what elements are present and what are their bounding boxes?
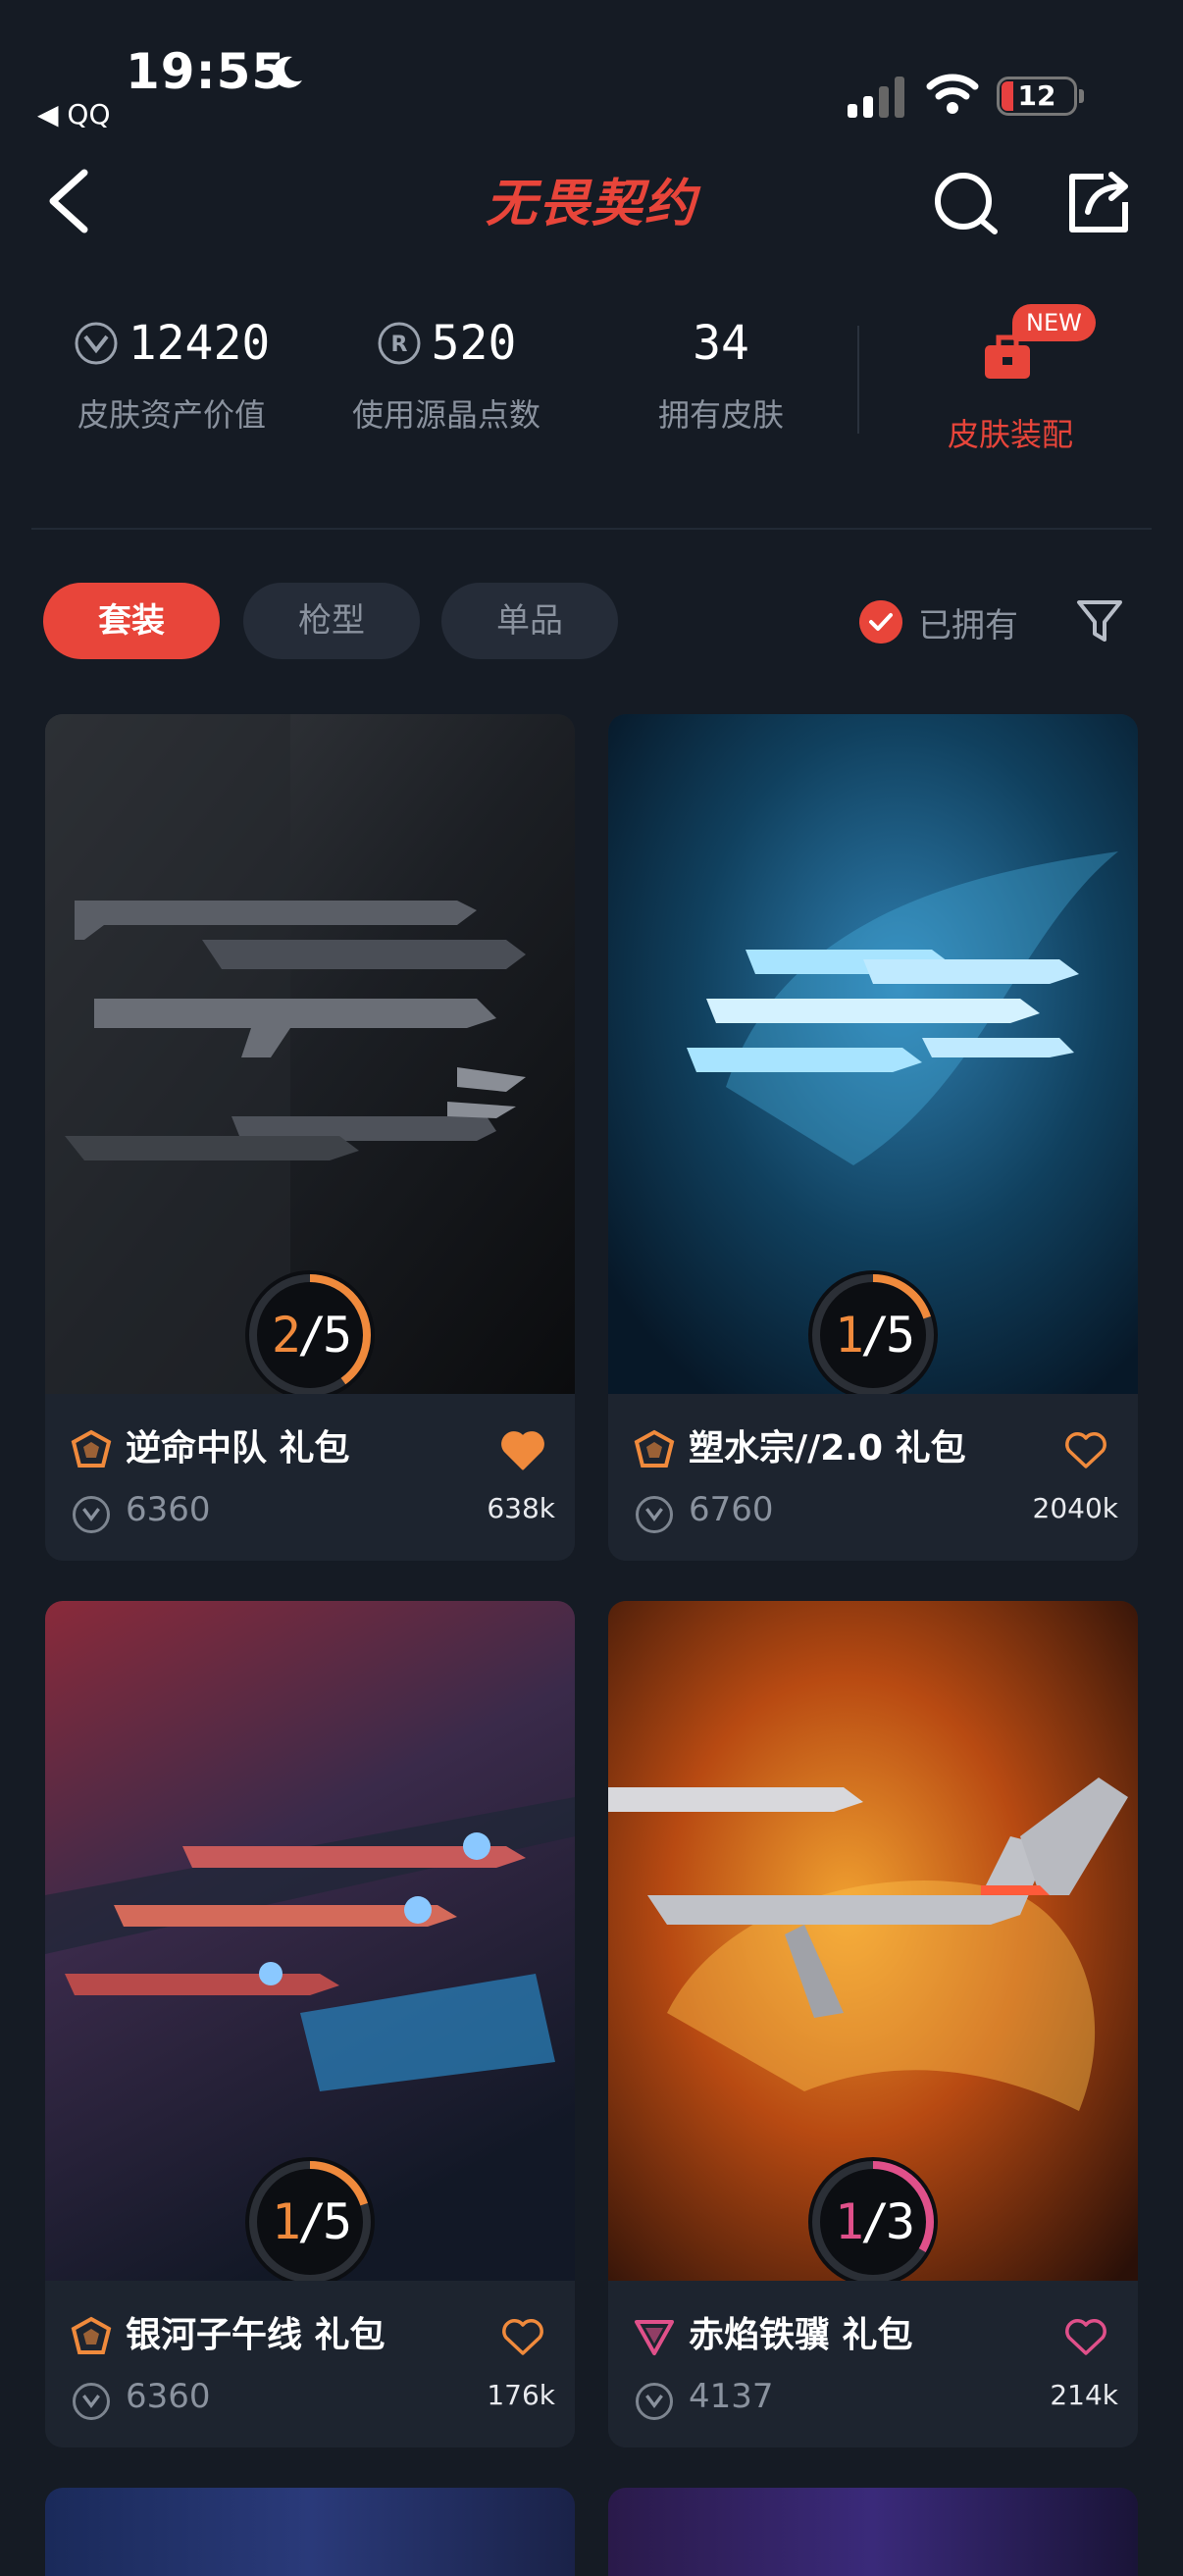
bundle-info: 银河子午线 礼包 6360 176k [45, 2281, 575, 2447]
like-count: 2040k [1032, 1492, 1118, 1524]
bundle-grid: 2/5 逆命中队 礼包 6360 638k 1/5 塑水宗//2.0 礼包 67… [0, 0, 1183, 2576]
bundle-info: 逆命中队 礼包 6360 638k [45, 1394, 575, 1561]
progress-owned: 2 [271, 1307, 301, 1364]
bundle-card[interactable]: 2/5 逆命中队 礼包 6360 638k [45, 714, 575, 1561]
bundle-info: 赤焰铁骥 礼包 4137 214k [608, 2281, 1138, 2447]
tier-badge-icon [635, 2320, 674, 2355]
vp-icon [636, 1496, 673, 1533]
progress-total: 3 [886, 2193, 915, 2250]
vp-icon [636, 2383, 673, 2420]
heart-outline-icon[interactable] [1063, 1429, 1108, 1470]
bundle-card[interactable]: 1/5 塑水宗//2.0 礼包 6760 2040k [608, 714, 1138, 1561]
heart-filled-icon[interactable] [500, 1429, 545, 1470]
progress-total: 5 [323, 1307, 352, 1364]
vp-icon [73, 1496, 110, 1533]
bundle-price: 6360 [126, 2377, 211, 2416]
tier-badge-icon [71, 1429, 112, 1468]
progress-owned: 1 [834, 2193, 864, 2250]
bundle-card-partial[interactable] [45, 2488, 575, 2576]
bundle-card[interactable]: 1/5 银河子午线 礼包 6360 176k [45, 1601, 575, 2447]
heart-outline-icon[interactable] [1063, 2316, 1108, 2357]
bundle-price: 6360 [126, 1490, 211, 1529]
tier-badge-icon [71, 2316, 112, 2354]
like-count: 214k [1050, 2379, 1118, 2411]
collection-progress-ring: 1/5 [241, 2153, 379, 2291]
progress-total: 5 [323, 2193, 352, 2250]
bundle-info: 塑水宗//2.0 礼包 6760 2040k [608, 1394, 1138, 1561]
vp-icon [73, 2383, 110, 2420]
progress-owned: 1 [271, 2193, 301, 2250]
bundle-card-partial[interactable] [608, 2488, 1138, 2576]
collection-progress-ring: 1/3 [804, 2153, 942, 2291]
bundle-name: 赤焰铁骥 礼包 [689, 2315, 913, 2355]
tier-badge-icon [634, 1429, 675, 1468]
like-count: 638k [487, 1492, 555, 1524]
bundle-name: 银河子午线 礼包 [126, 2315, 386, 2355]
bundle-name: 逆命中队 礼包 [126, 1428, 350, 1468]
progress-total: 5 [886, 1307, 915, 1364]
bundle-price: 6760 [689, 1490, 774, 1529]
heart-outline-icon[interactable] [500, 2316, 545, 2357]
collection-progress-ring: 1/5 [804, 1266, 942, 1404]
collection-progress-ring: 2/5 [241, 1266, 379, 1404]
bundle-name: 塑水宗//2.0 礼包 [689, 1428, 966, 1468]
bundle-price: 4137 [689, 2377, 774, 2416]
bundle-card[interactable]: 1/3 赤焰铁骥 礼包 4137 214k [608, 1601, 1138, 2447]
progress-owned: 1 [834, 1307, 864, 1364]
like-count: 176k [487, 2379, 555, 2411]
